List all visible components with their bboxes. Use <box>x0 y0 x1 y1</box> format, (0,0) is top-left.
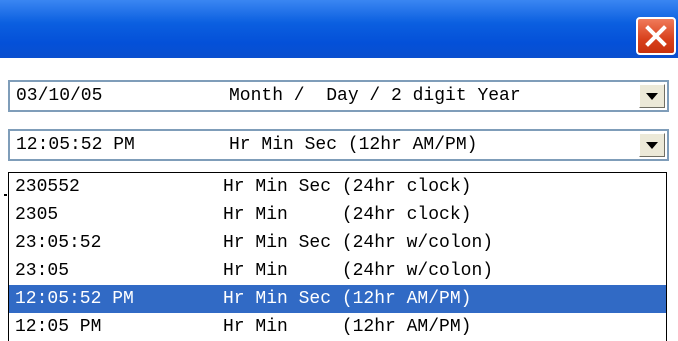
option-value: 230552 <box>15 177 80 197</box>
time-format-dropdown-list[interactable]: 230552 Hr Min Sec (24hr clock) 2305 Hr Min… <box>8 172 667 341</box>
date-value: 03/10/05 <box>16 86 103 106</box>
divider-mark <box>4 194 7 196</box>
option-value: 23:05:52 <box>15 233 102 253</box>
list-item[interactable]: 2305 Hr Min (24hr clock) <box>9 201 666 229</box>
option-format: Hr Min (12hr AM/PM) <box>223 317 472 337</box>
title-bar <box>0 0 678 58</box>
option-value: 12:05:52 PM <box>15 289 134 309</box>
time-format-combo[interactable]: 12:05:52 PM Hr Min Sec (12hr AM/PM) <box>8 129 669 161</box>
close-x-icon <box>645 25 667 47</box>
time-value: 12:05:52 PM <box>16 135 135 155</box>
option-format: Hr Min Sec (24hr w/colon) <box>223 233 494 253</box>
list-item[interactable]: 23:05 Hr Min (24hr w/colon) <box>9 257 666 285</box>
date-dropdown-button[interactable] <box>639 84 665 108</box>
option-format: Hr Min Sec (24hr clock) <box>223 177 472 197</box>
list-item[interactable]: 230552 Hr Min Sec (24hr clock) <box>9 173 666 201</box>
list-item-selected[interactable]: 12:05:52 PM Hr Min Sec (12hr AM/PM) <box>9 285 666 313</box>
option-format: Hr Min (24hr clock) <box>223 205 472 225</box>
chevron-down-icon <box>646 141 658 149</box>
option-format: Hr Min (24hr w/colon) <box>223 261 494 281</box>
list-item[interactable]: 23:05:52 Hr Min Sec (24hr w/colon) <box>9 229 666 257</box>
option-format: Hr Min Sec (12hr AM/PM) <box>223 289 472 309</box>
date-format-combo[interactable]: 03/10/05 Month / Day / 2 digit Year <box>8 80 669 112</box>
option-value: 2305 <box>15 205 59 225</box>
time-format-label: Hr Min Sec (12hr AM/PM) <box>229 135 478 155</box>
date-format-label: Month / Day / 2 digit Year <box>229 86 521 106</box>
time-dropdown-button[interactable] <box>639 133 665 157</box>
option-value: 12:05 PM <box>15 317 102 337</box>
chevron-down-icon <box>646 92 658 100</box>
close-icon[interactable] <box>636 17 676 55</box>
list-item[interactable]: 12:05 PM Hr Min (12hr AM/PM) <box>9 313 666 341</box>
option-value: 23:05 <box>15 261 70 281</box>
